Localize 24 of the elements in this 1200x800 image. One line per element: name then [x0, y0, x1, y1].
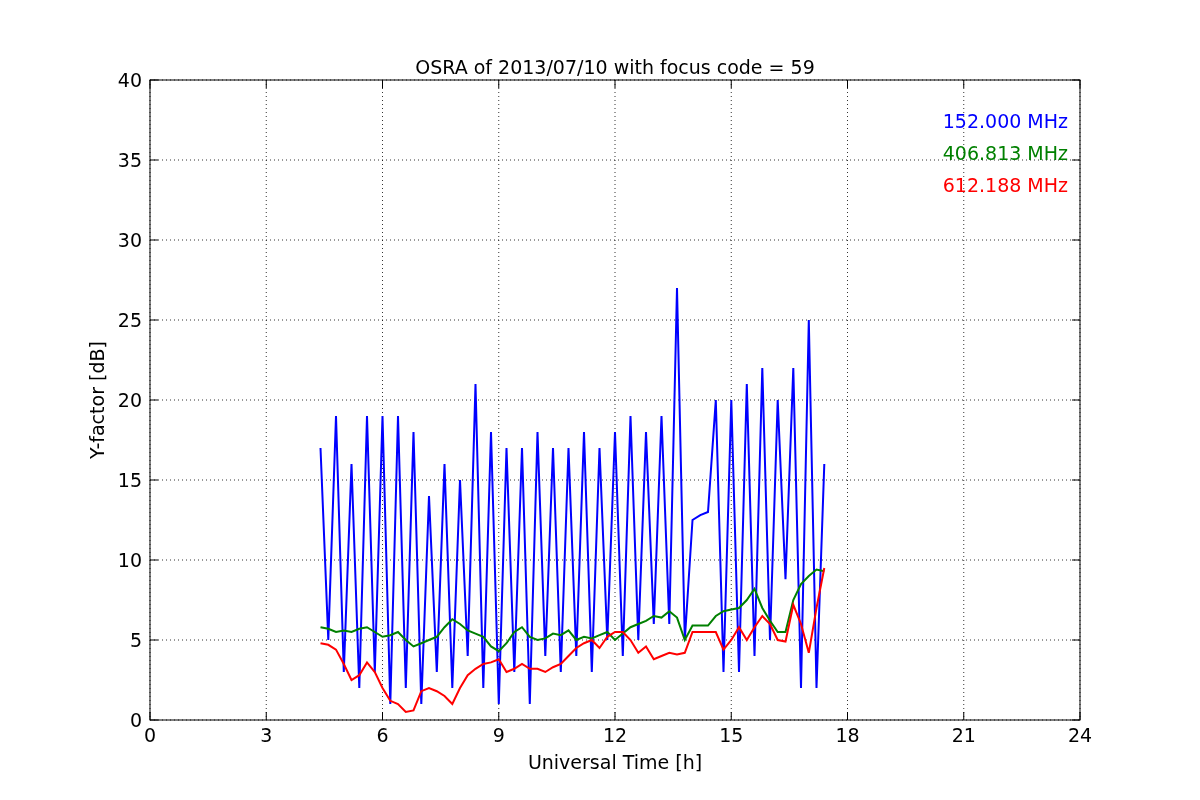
tick-label: 10 [117, 549, 142, 571]
chart-title: OSRA of 2013/07/10 with focus code = 59 [415, 56, 815, 78]
tick-label: 35 [117, 149, 142, 171]
legend-label: 612.188 MHz [942, 174, 1068, 196]
y-axis-label: Y-factor [dB] [86, 341, 108, 459]
tick-label: 25 [117, 309, 142, 331]
tick-label: 5 [129, 629, 142, 651]
tick-label: 3 [260, 724, 273, 746]
tick-label: 15 [117, 469, 142, 491]
tick-label: 21 [951, 724, 976, 746]
tick-label: 30 [117, 229, 142, 251]
tick-label: 9 [492, 724, 505, 746]
tick-label: 40 [117, 69, 142, 91]
tick-label: 24 [1067, 724, 1093, 746]
tick-label: 20 [117, 389, 142, 411]
tick-label: 0 [129, 709, 142, 731]
tick-label: 0 [143, 724, 157, 746]
legend-label: 406.813 MHz [942, 142, 1068, 164]
tick-label: 18 [835, 724, 860, 746]
x-axis-label: Universal Time [h] [527, 751, 703, 773]
tick-label: 6 [376, 724, 389, 746]
legend-label: 152.000 MHz [942, 110, 1068, 132]
tick-label: 12 [602, 724, 628, 746]
tick-label: 15 [719, 724, 744, 746]
